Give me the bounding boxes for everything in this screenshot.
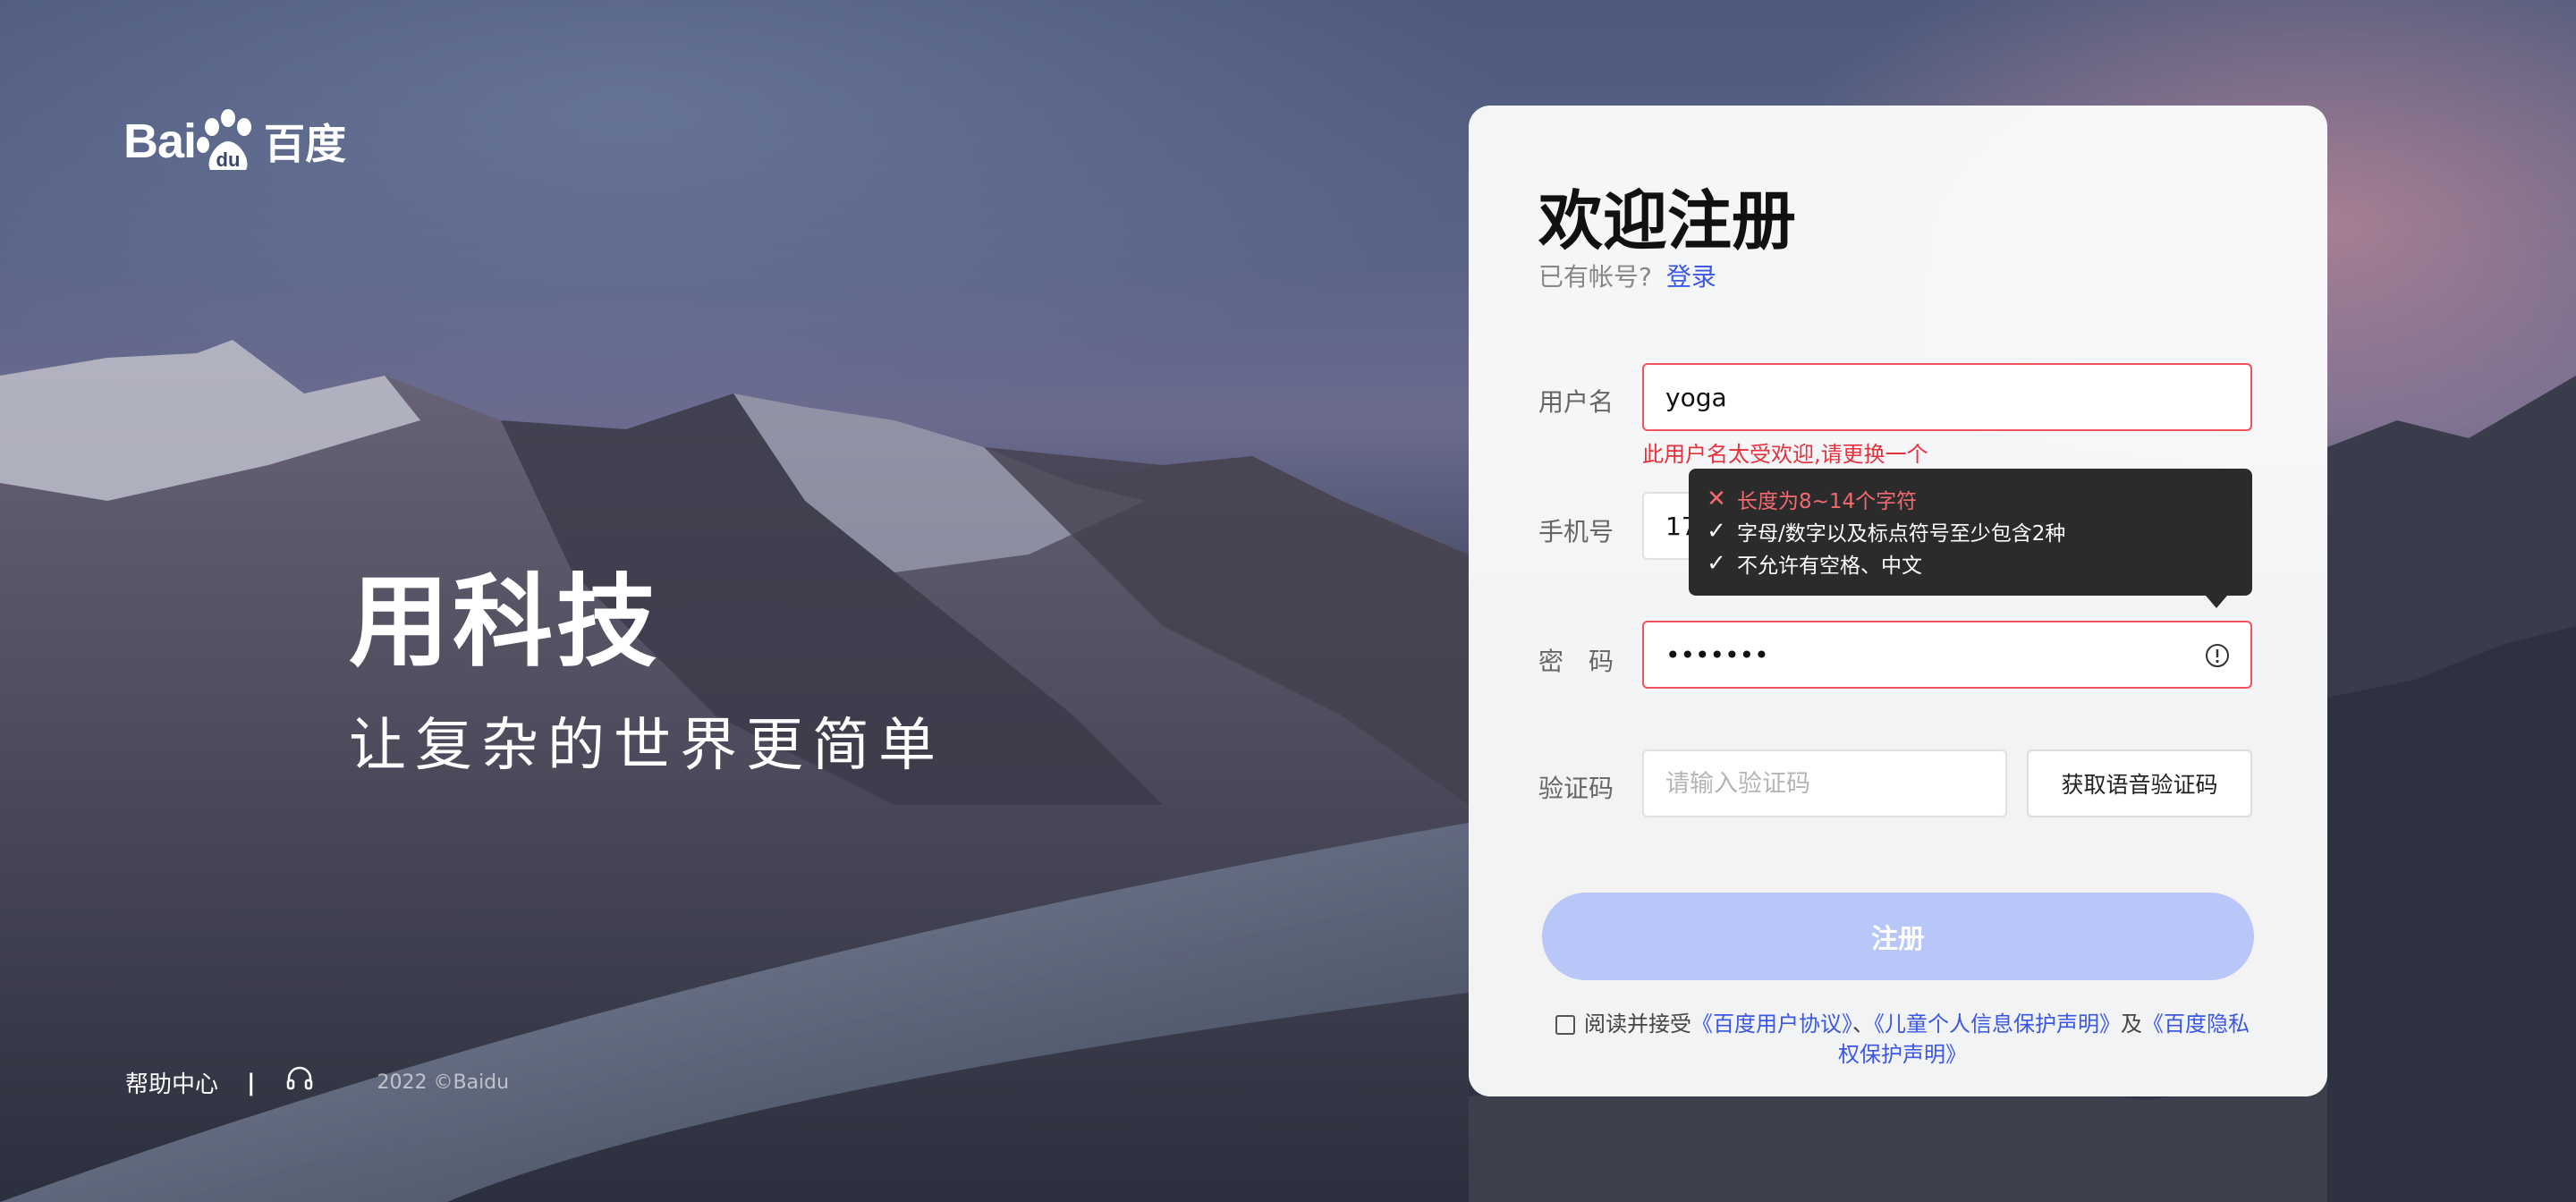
register-card: 欢迎注册 已有帐号?登录 用户名 此用户名太受欢迎,请更换一个 手机号 密 码 …	[1469, 106, 2327, 1096]
info-circle-icon[interactable]	[2204, 642, 2231, 669]
rule-text: 字母/数字以及标点符号至少包含2种	[1737, 522, 2066, 546]
check-icon: ✓	[1707, 550, 1726, 577]
help-center-link[interactable]: 帮助中心	[125, 1066, 218, 1099]
agreement: 阅读并接受《百度用户协议》、《儿童个人信息保护声明》及《百度隐私权保护声明》	[1549, 1009, 2256, 1070]
agreement-prefix: 阅读并接受	[1584, 1012, 1691, 1037]
phone-label: 手机号	[1538, 517, 1614, 546]
code-field[interactable]	[1642, 749, 2007, 817]
have-account-text: 已有帐号? 登录	[1538, 258, 1716, 293]
paw-icon: du	[192, 106, 264, 177]
have-account-label: 已有帐号?	[1538, 262, 1652, 292]
slogan: 用科技 让复杂的世界更简单	[349, 572, 945, 782]
copyright: 2022 ©Baidu	[377, 1071, 510, 1094]
password-rule-length: ✕ 长度为8~14个字符	[1705, 483, 2252, 515]
footer-separator: |	[247, 1069, 256, 1096]
logo-text-cn: 百度	[264, 120, 347, 168]
code-label: 验证码	[1538, 774, 1614, 803]
password-rule-no-space: ✓ 不允许有空格、中文	[1705, 547, 2252, 580]
get-voice-code-button[interactable]: 获取语音验证码	[2027, 749, 2252, 817]
footer: 帮助中心 | 2022 ©Baidu	[125, 1064, 509, 1101]
child-privacy-link[interactable]: 《儿童个人信息保护声明》	[1874, 1012, 2121, 1037]
username-error: 此用户名太受欢迎,请更换一个	[1642, 442, 1928, 467]
agreement-sep: 、	[1852, 1012, 1874, 1037]
cross-icon: ✕	[1707, 486, 1726, 512]
password-label: 密 码	[1538, 647, 1614, 676]
password-field[interactable]	[1642, 621, 2252, 689]
page-title: 欢迎注册	[1538, 183, 1797, 258]
login-link[interactable]: 登录	[1666, 262, 1716, 292]
password-rule-charset: ✓ 字母/数字以及标点符号至少包含2种	[1705, 515, 2252, 547]
user-agreement-link[interactable]: 《百度用户协议》	[1691, 1012, 1852, 1037]
password-rules-tooltip: ✕ 长度为8~14个字符 ✓ 字母/数字以及标点符号至少包含2种 ✓ 不允许有空格、中…	[1689, 469, 2252, 608]
username-field[interactable]	[1642, 363, 2252, 431]
register-button[interactable]: 注册	[1542, 893, 2254, 980]
rule-text: 长度为8~14个字符	[1737, 490, 1918, 513]
slogan-subtitle: 让复杂的世界更简单	[349, 713, 945, 779]
code-input[interactable]	[1664, 768, 1986, 799]
username-input[interactable]	[1664, 381, 2231, 413]
password-input[interactable]	[1664, 639, 2231, 671]
agree-checkbox[interactable]	[1555, 1015, 1575, 1035]
logo-text-left: Bai	[123, 114, 197, 168]
slogan-title: 用科技	[349, 564, 660, 681]
agreement-sep: 及	[2121, 1012, 2142, 1037]
baidu-logo[interactable]: Bai du 百度	[123, 106, 346, 177]
headset-icon[interactable]	[284, 1064, 315, 1101]
username-label: 用户名	[1538, 387, 1614, 417]
rule-text: 不允许有空格、中文	[1737, 554, 1922, 578]
svg-text:du: du	[216, 148, 241, 171]
check-icon: ✓	[1707, 518, 1726, 545]
